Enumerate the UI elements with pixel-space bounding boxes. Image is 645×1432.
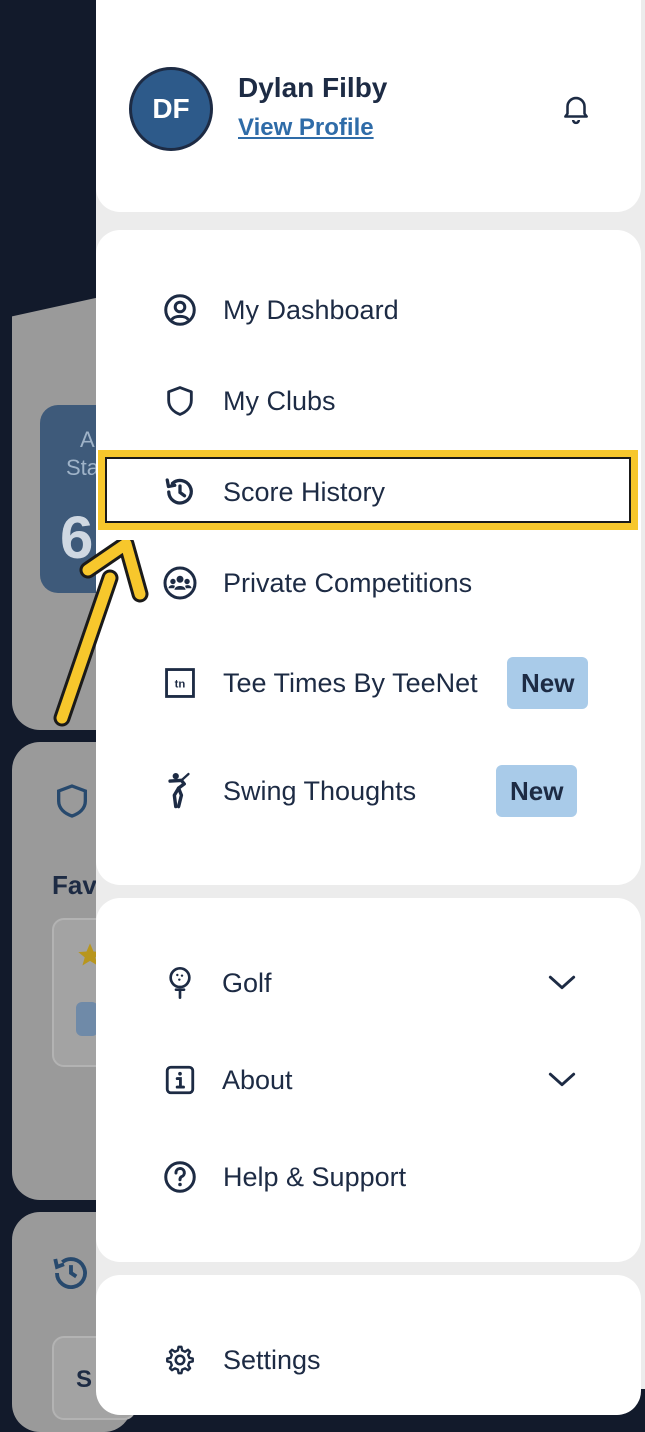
bg-shield-icon	[52, 780, 92, 827]
annotation-arrow-icon	[53, 540, 149, 727]
nav-label: Private Competitions	[223, 567, 473, 598]
view-profile-link[interactable]: View Profile	[238, 114, 374, 142]
score-item-label: S	[76, 1366, 93, 1393]
score-history-highlight	[98, 450, 638, 530]
question-icon	[160, 1157, 200, 1197]
shield-icon	[160, 381, 200, 421]
golf-ball-tee-icon	[160, 963, 200, 1003]
user-name: Dylan Filby	[238, 72, 388, 103]
nav-label: Swing Thoughts	[223, 775, 417, 806]
new-badge: New	[507, 657, 589, 709]
settings-panel: Settings	[96, 1275, 641, 1415]
user-circle-icon	[160, 290, 200, 330]
stats-tile-label-2: Sta	[66, 455, 100, 480]
profile-panel: DF Dylan Filby View Profile	[96, 0, 641, 212]
bell-icon[interactable]	[556, 88, 596, 128]
nav-label: Settings	[223, 1344, 321, 1375]
nav-item-private-competitions[interactable]: Private Competitions	[96, 553, 641, 613]
chevron-down-icon[interactable]	[544, 965, 580, 1001]
map-pin-icon	[76, 1002, 98, 1036]
teenet-icon: tn	[160, 663, 200, 703]
secondary-nav-panel: Golf About Help & Support	[96, 898, 641, 1262]
nav-label: Help & Support	[223, 1161, 407, 1192]
new-badge: New	[496, 765, 578, 817]
golfer-icon	[160, 771, 200, 811]
nav-label: Golf	[222, 967, 272, 998]
svg-text:tn: tn	[175, 678, 186, 690]
chevron-down-icon[interactable]	[544, 1062, 580, 1098]
favourites-label: Fav	[52, 870, 97, 900]
main-nav-panel: My Dashboard My Clubs Score History Priv…	[96, 230, 641, 885]
nav-item-about[interactable]: About	[96, 1050, 641, 1110]
nav-label: About	[222, 1064, 293, 1095]
nav-label: My Clubs	[223, 385, 336, 416]
nav-item-tee-times[interactable]: tn Tee Times By TeeNet New	[96, 653, 641, 713]
stats-tile-label-1: A	[80, 427, 95, 452]
nav-label: My Dashboard	[223, 294, 399, 325]
bg-history-icon	[50, 1252, 92, 1299]
info-icon	[160, 1060, 200, 1100]
gear-icon	[160, 1340, 200, 1380]
avatar[interactable]: DF	[129, 67, 213, 151]
group-icon	[160, 563, 200, 603]
nav-item-my-dashboard[interactable]: My Dashboard	[96, 280, 641, 340]
navigation-drawer: DF Dylan Filby View Profile My Dashboard…	[96, 0, 645, 1415]
nav-item-swing-thoughts[interactable]: Swing Thoughts New	[96, 761, 641, 821]
nav-label: Tee Times By TeeNet	[223, 667, 478, 698]
nav-item-my-clubs[interactable]: My Clubs	[96, 371, 641, 431]
nav-item-golf[interactable]: Golf	[96, 953, 641, 1013]
nav-item-settings[interactable]: Settings	[96, 1330, 641, 1390]
nav-item-help-support[interactable]: Help & Support	[96, 1147, 641, 1207]
